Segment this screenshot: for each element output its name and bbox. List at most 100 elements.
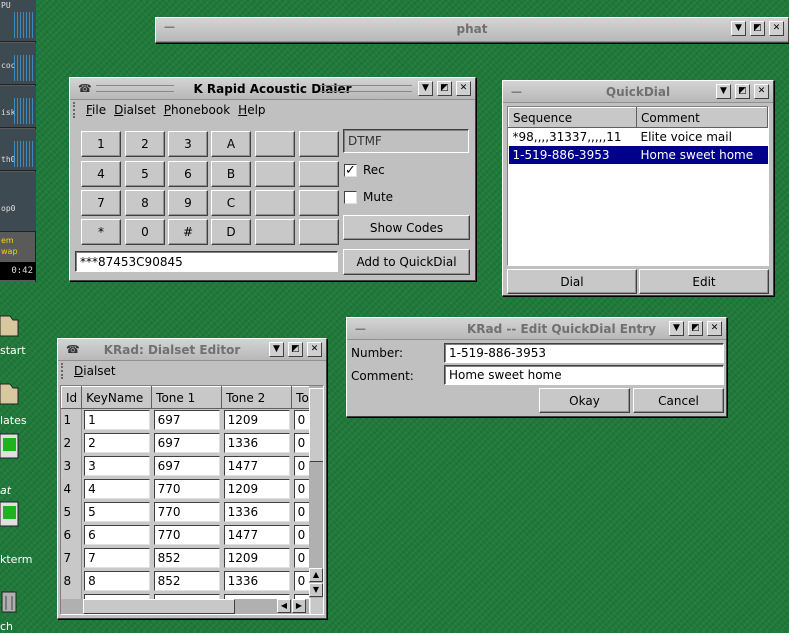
mute-checkbox[interactable] [344,191,357,204]
scrollbar-thumb[interactable] [83,599,235,614]
table-row[interactable]: 5 5 770 1336 0 [61,500,314,524]
close-icon[interactable]: ✕ [769,21,784,36]
close-icon[interactable]: ✕ [754,84,769,99]
add-to-quickdial-button[interactable]: Add to QuickDial [343,249,470,275]
rec-checkbox[interactable]: ✓ [344,164,357,177]
keypad-key[interactable]: C [211,190,251,216]
folder-icon[interactable] [0,380,20,406]
cell-input[interactable]: 852 [153,571,220,591]
close-icon[interactable]: ✕ [307,342,322,357]
scrollbar-thumb[interactable] [309,388,323,462]
scroll-up-icon[interactable]: ▲ [309,568,323,582]
cell-input[interactable]: 770 [153,502,220,522]
cell-input[interactable]: 697 [153,433,220,453]
cell-input[interactable]: 697 [153,410,220,431]
edit-entry-window[interactable]: — KRad -- Edit QuickDial Entry ▼ ◩ ✕ Num… [346,317,727,417]
cell-input[interactable]: 1336 [223,502,290,522]
menu-file[interactable]: File [86,103,106,117]
table-row[interactable]: 1 1 697 1209 0 [61,408,314,432]
trash-icon[interactable] [0,588,20,614]
menu-dialset[interactable]: Dialset [74,364,116,378]
keypad-key[interactable] [255,161,295,187]
desktop-icon-start-label[interactable]: start [0,344,26,357]
keypad-key[interactable]: B [211,161,251,187]
cell-input[interactable]: 697 [153,456,220,476]
keypad-key[interactable]: 3 [168,131,208,157]
dialer-titlebar[interactable]: ☎ K Rapid Acoustic Dialer ▼ ◩ ✕ [70,78,475,100]
rec-label[interactable]: Rec [363,163,385,177]
keypad-key[interactable]: 7 [81,190,121,216]
keypad-key[interactable]: * [81,219,121,245]
menu-help[interactable]: Help [238,103,265,117]
column-header-comment[interactable]: Comment [636,107,768,128]
dialset-table[interactable]: Id KeyName Tone 1 Tone 2 To 1 1 697 1209 0 2 2… [60,385,324,615]
table-row[interactable]: 7 7 852 1209 0 [61,546,314,570]
cell-input[interactable]: 1 [84,410,150,431]
phat-window[interactable]: — phat ▼ ◩ ✕ [155,17,789,43]
keypad-key[interactable] [299,190,339,216]
cell-input[interactable]: 8 [84,571,150,591]
okay-button[interactable]: Okay [539,388,630,413]
keypad-key[interactable] [299,219,339,245]
table-row[interactable]: 4 4 770 1209 0 [61,477,314,501]
minimize-icon[interactable]: ▼ [269,342,284,357]
table-row[interactable]: 8 8 852 1336 0 [61,569,314,593]
show-codes-button[interactable]: Show Codes [343,215,470,240]
cell-input[interactable]: 2 [84,433,150,453]
comment-field[interactable]: Home sweet home [444,365,724,385]
keypad-key[interactable] [299,161,339,187]
close-icon[interactable]: ✕ [456,81,471,96]
column-header-keyname[interactable]: KeyName [81,386,153,409]
mute-label[interactable]: Mute [363,190,393,204]
table-row[interactable]: 6 6 770 1477 0 [61,523,314,547]
horizontal-scrollbar[interactable]: ◀ ▶ [61,599,309,614]
scroll-right-icon[interactable]: ▶ [292,599,306,613]
maximize-icon[interactable]: ◩ [288,342,303,357]
column-header-tone1[interactable]: Tone 1 [151,386,223,409]
quickdial-row[interactable]: *98,,,,31337,,,,,11 Elite voice mail [509,128,768,146]
vertical-scrollbar[interactable]: ▲ ▼ [309,386,323,598]
dialer-window[interactable]: ☎ K Rapid Acoustic Dialer ▼ ◩ ✕ File Dia… [69,77,476,281]
maximize-icon[interactable]: ◩ [735,84,750,99]
edit-button[interactable]: Edit [639,269,769,294]
keypad-key[interactable]: A [211,131,251,157]
keypad-key[interactable]: 0 [125,219,165,245]
cell-input[interactable]: 1209 [223,410,290,431]
maximize-icon[interactable]: ◩ [437,81,452,96]
keypad-key[interactable]: 1 [81,131,121,157]
desktop-icon-templates-label[interactable]: lates [0,414,27,427]
dial-button[interactable]: Dial [507,269,637,294]
scroll-left-icon[interactable]: ◀ [277,599,291,613]
menu-phonebook[interactable]: Phonebook [164,103,230,117]
column-header-tone2[interactable]: Tone 2 [221,386,293,409]
desktop-icon-trash-label[interactable]: ch [0,620,13,633]
cell-input[interactable]: 6 [84,525,150,545]
minimize-icon[interactable]: ▼ [731,21,746,36]
number-input[interactable]: ***87453C90845 [75,251,338,272]
cell-input[interactable]: 770 [153,479,220,499]
quickdial-list[interactable]: Sequence Comment *98,,,,31337,,,,,11 Elit… [507,106,769,266]
cell-input[interactable]: 1336 [223,571,290,591]
keypad-key[interactable]: 2 [125,131,165,157]
desktop-icon-chat-label[interactable]: at [0,484,11,497]
number-field[interactable]: 1-519-886-3953 [444,343,724,363]
quickdial-window[interactable]: — QuickDial ▼ ◩ ✕ Sequence Comment *98,,… [502,80,774,296]
keypad-key[interactable]: 4 [81,161,121,187]
keypad-key[interactable]: 5 [125,161,165,187]
cell-input[interactable]: 1209 [223,548,290,568]
keypad-key[interactable] [255,131,295,157]
column-header-id[interactable]: Id [61,386,83,409]
keypad-key[interactable]: D [211,219,251,245]
keypad-key[interactable]: 9 [168,190,208,216]
dialset-editor-window[interactable]: ☎ KRad: Dialset Editor ▼ ◩ ✕ Dialset Id … [57,338,327,619]
cell-input[interactable]: 5 [84,502,150,522]
keypad-key[interactable] [299,131,339,157]
maximize-icon[interactable]: ◩ [750,21,765,36]
menu-dialset[interactable]: Dialset [114,103,156,117]
cell-input[interactable]: 770 [153,525,220,545]
cell-input[interactable]: 1477 [223,525,290,545]
cell-input[interactable]: 3 [84,456,150,476]
table-row[interactable]: 3 3 697 1477 0 [61,454,314,478]
scroll-down-icon[interactable]: ▼ [309,583,323,597]
terminal-icon[interactable] [0,432,20,459]
